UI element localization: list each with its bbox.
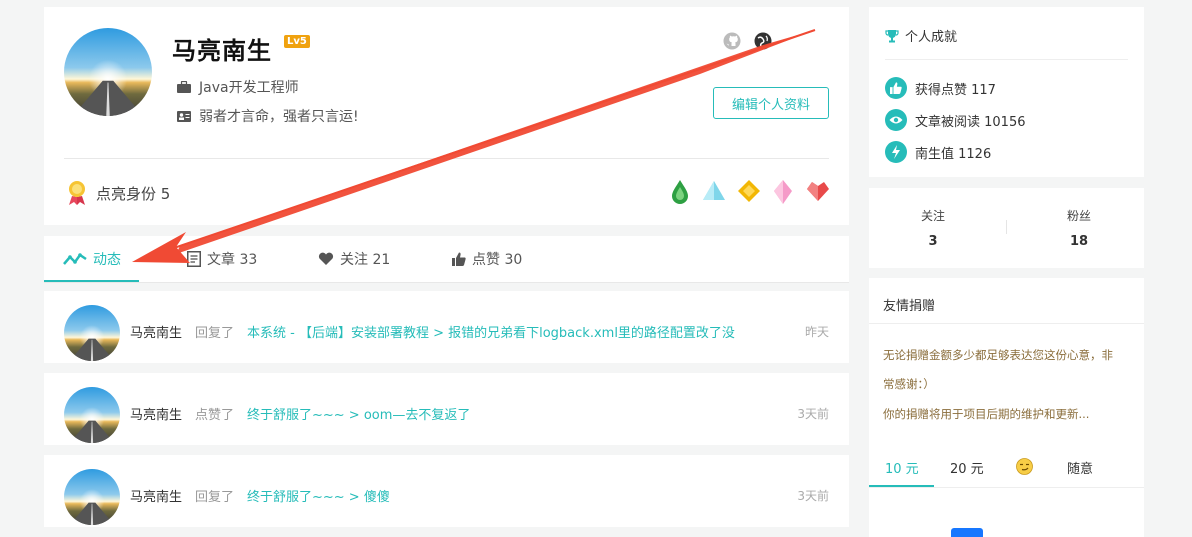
tab-articles-label: 文章 33 <box>207 252 258 268</box>
gold-diamond-gem-icon[interactable] <box>737 179 761 203</box>
followers-stat[interactable]: 粉丝 18 <box>1039 207 1119 249</box>
achievements-card: 个人成就 获得点赞 117 文章被阅读 10156 南生值 1126 <box>869 7 1144 177</box>
feed-time: 3天前 <box>797 407 829 421</box>
donate-title: 友情捐赠 <box>883 299 936 314</box>
cyan-triangle-gem-icon[interactable] <box>702 179 726 203</box>
donate-divider <box>869 323 1144 324</box>
motto-row: 弱者才言命，强者只言运! <box>177 106 359 126</box>
profile-name: 马亮南生 <box>172 37 272 65</box>
identity-text: 点亮身份 5 <box>96 184 171 203</box>
profile-tabs: 动态 文章 33 关注 21 点赞 30 <box>44 236 849 283</box>
payment-logo-icon <box>951 528 983 537</box>
green-drop-gem-icon[interactable] <box>669 179 691 205</box>
achievements-divider <box>885 59 1128 60</box>
profile-card: 马亮南生 Lv5 Java开发工程师 弱者才言命，强者只言运! 编辑个人资料 点… <box>44 7 849 225</box>
achievements-title-text: 个人成就 <box>905 30 958 45</box>
red-heart-gem-icon[interactable] <box>805 179 831 203</box>
feed-action: 回复了 <box>195 490 235 505</box>
feed-user[interactable]: 马亮南生 <box>130 404 182 423</box>
avatar[interactable] <box>64 305 120 361</box>
article-icon <box>187 251 201 267</box>
feed-target-link[interactable]: 终于舒服了~~~ > 傻傻 <box>247 486 390 505</box>
stat-likes: 获得点赞 117 <box>885 77 996 99</box>
avatar[interactable] <box>64 28 152 116</box>
stat-reads-text: 文章被阅读 10156 <box>915 114 1026 130</box>
list-item[interactable]: 马亮南生 回复了 终于舒服了~~~ > 傻傻 3天前 <box>44 455 849 527</box>
list-item[interactable]: 马亮南生 点赞了 终于舒服了~~~ > oom—去不复返了 3天前 <box>44 373 849 445</box>
job-row: Java开发工程师 <box>177 77 299 97</box>
identity-gems <box>669 179 831 205</box>
achievements-title: 个人成就 <box>885 26 957 45</box>
following-label: 关注 <box>920 209 945 223</box>
donate-tab-10[interactable]: 10 元 <box>885 458 919 477</box>
feed-action: 回复了 <box>195 326 235 341</box>
feed-target-link[interactable]: 本系统 - 【后端】安装部署教程 > 报错的兄弟看下logback.xml里的路… <box>247 322 735 341</box>
tab-activity-label: 动态 <box>93 252 121 268</box>
motto: 弱者才言命，强者只言运! <box>199 109 359 125</box>
following-stat[interactable]: 关注 3 <box>893 207 973 249</box>
donate-text-line3: 你的捐赠将用于项目后期的维护和更新... <box>883 407 1090 421</box>
website-globe-icon[interactable] <box>754 32 772 50</box>
tab-following-label: 关注 21 <box>340 252 391 268</box>
donate-text-line1: 无论捐赠金额多少都足够表达您这份心意，非 <box>883 348 1113 362</box>
followers-label: 粉丝 <box>1066 209 1091 223</box>
job-title: Java开发工程师 <box>199 80 299 96</box>
followers-count: 18 <box>1069 234 1089 249</box>
avatar[interactable] <box>64 387 120 443</box>
donate-text-line2: 常感谢：） <box>883 377 935 391</box>
stat-likes-text: 获得点赞 117 <box>915 82 996 98</box>
following-count: 3 <box>928 234 938 249</box>
pink-crystal-gem-icon[interactable] <box>772 179 794 205</box>
github-icon[interactable] <box>723 32 741 50</box>
list-item[interactable]: 马亮南生 回复了 本系统 - 【后端】安装部署教程 > 报错的兄弟看下logba… <box>44 291 849 363</box>
briefcase-icon <box>177 81 191 93</box>
tab-likes[interactable]: 点赞 30 <box>452 236 522 282</box>
feed-user[interactable]: 马亮南生 <box>130 322 182 341</box>
avatar[interactable] <box>64 469 120 525</box>
trophy-icon <box>885 29 899 42</box>
feed-time: 昨天 <box>804 325 829 339</box>
id-card-icon <box>177 110 191 122</box>
tab-activity[interactable]: 动态 <box>63 236 121 282</box>
stat-reads: 文章被阅读 10156 <box>885 109 1026 131</box>
medal-icon <box>69 181 85 205</box>
level-badge: Lv5 <box>284 35 310 48</box>
profile-divider <box>64 158 829 159</box>
thumb-up-icon <box>885 77 907 99</box>
tab-articles[interactable]: 文章 33 <box>187 236 257 282</box>
follow-card: 关注 3 粉丝 18 <box>869 188 1144 268</box>
donate-tabs-divider <box>869 487 1144 488</box>
thumb-up-icon <box>452 252 466 266</box>
identity-row[interactable]: 点亮身份 5 <box>66 180 170 206</box>
active-tab-indicator <box>44 280 139 282</box>
stat-points-text: 南生值 1126 <box>915 146 992 162</box>
feed-time: 3天前 <box>797 489 829 503</box>
stat-points: 南生值 1126 <box>885 141 991 163</box>
tab-following[interactable]: 关注 21 <box>318 236 390 282</box>
feed-target-link[interactable]: 终于舒服了~~~ > oom—去不复返了 <box>247 404 470 423</box>
lightning-icon <box>885 141 907 163</box>
donate-card: 友情捐赠 无论捐赠金额多少都足够表达您这份心意，非 常感谢：） 你的捐赠将用于项… <box>869 278 1144 537</box>
donate-tab-any[interactable]: 随意 <box>1067 458 1093 477</box>
heart-icon <box>318 252 334 265</box>
follow-separator <box>1006 220 1007 234</box>
smirk-emoji-icon[interactable] <box>1016 458 1033 475</box>
eye-icon <box>885 109 907 131</box>
donate-tab-20[interactable]: 20 元 <box>950 458 984 477</box>
activity-line-icon <box>63 253 87 265</box>
edit-profile-button[interactable]: 编辑个人资料 <box>713 87 829 119</box>
feed-action: 点赞了 <box>195 408 235 423</box>
feed-user[interactable]: 马亮南生 <box>130 486 182 505</box>
tab-likes-label: 点赞 30 <box>472 252 523 268</box>
